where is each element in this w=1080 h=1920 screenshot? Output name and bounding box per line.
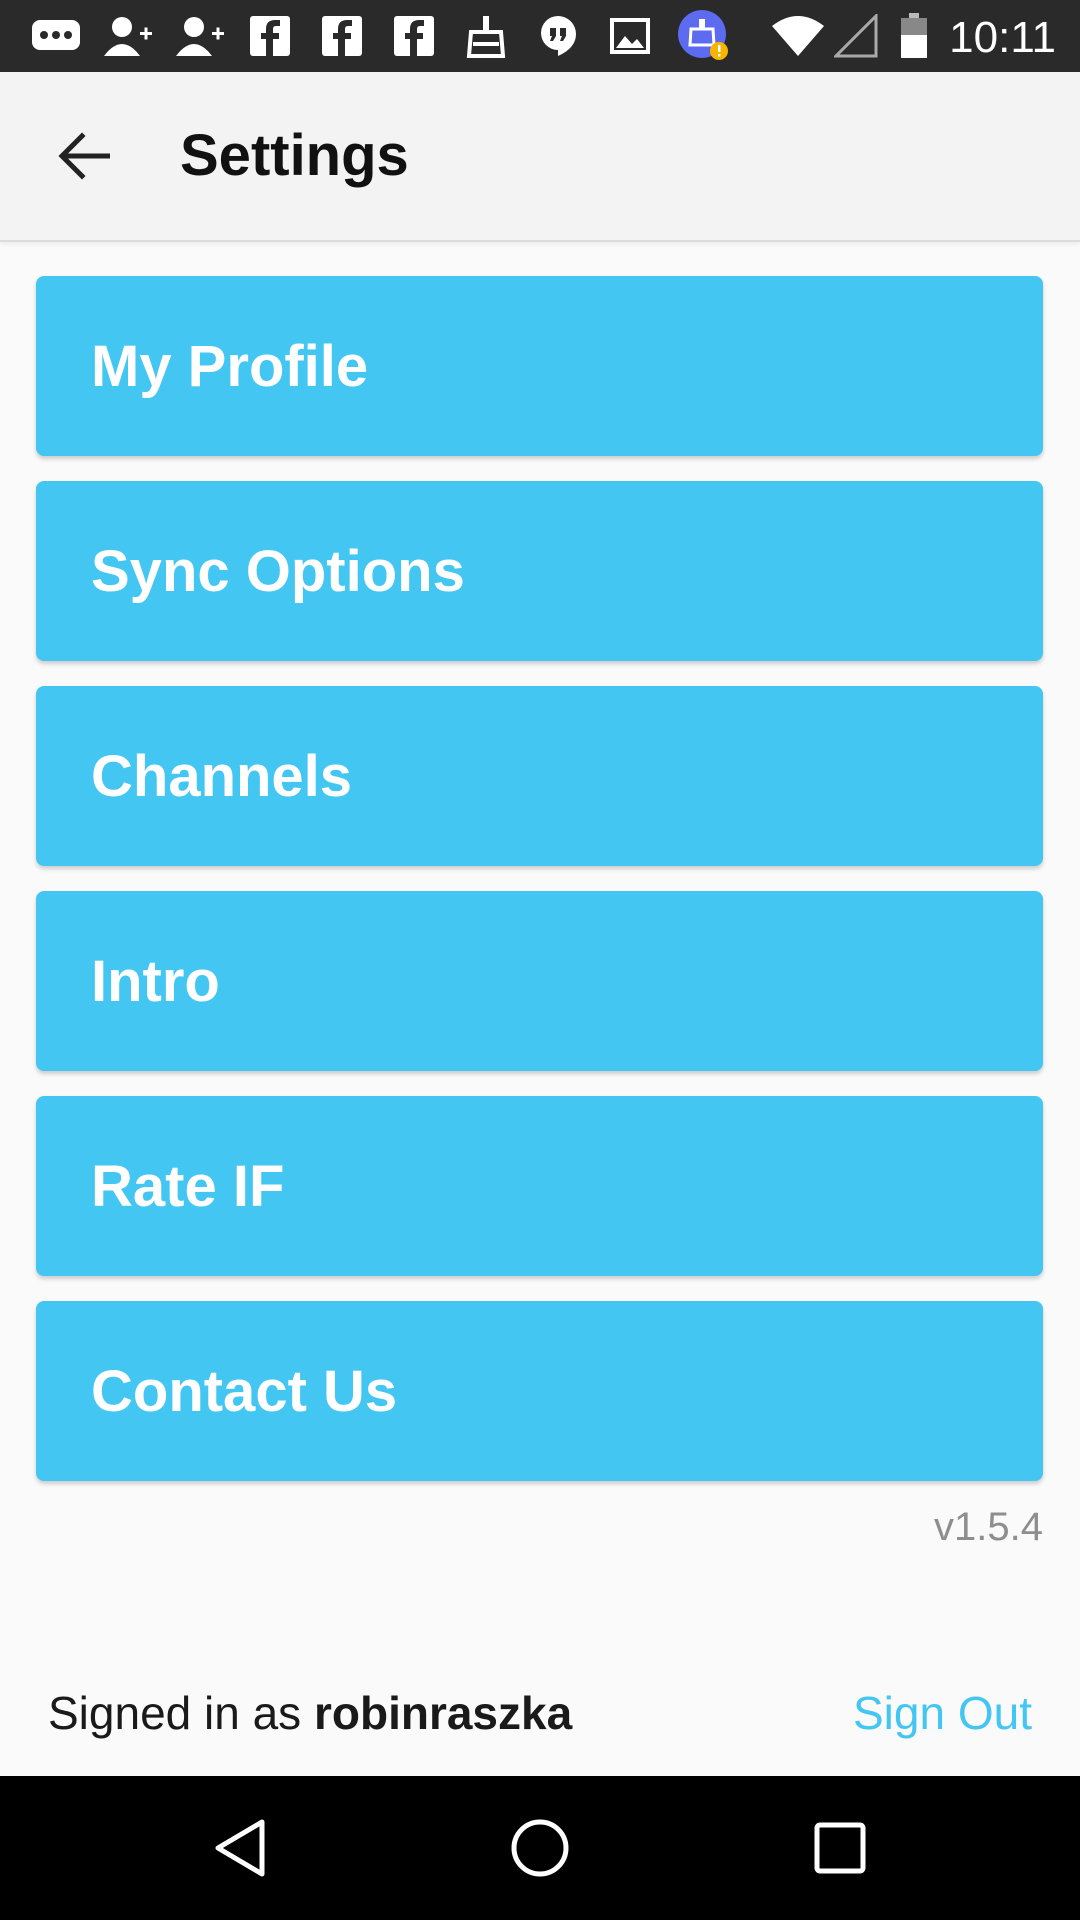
nav-recents-button[interactable]: [790, 1798, 890, 1898]
menu-item-label: Rate IF: [91, 1153, 285, 1219]
my-profile-button[interactable]: My Profile: [36, 276, 1043, 456]
menu-item-label: Intro: [91, 948, 220, 1014]
rate-if-button[interactable]: Rate IF: [36, 1096, 1043, 1276]
version-label: v1.5.4: [934, 1505, 1043, 1549]
arrow-back-icon: [58, 132, 110, 180]
status-bar: 10:11: [0, 0, 1080, 72]
signed-in-prefix: Signed in as: [48, 1687, 314, 1739]
recents-square-icon: [814, 1822, 866, 1874]
system-nav-bar: [0, 1776, 1080, 1920]
add-contact-icon: [100, 14, 156, 58]
sign-out-button[interactable]: Sign Out: [853, 1650, 1032, 1776]
wifi-icon: [770, 14, 826, 58]
facebook-icon: [246, 14, 294, 58]
app-bar: Settings: [0, 72, 1080, 242]
image-icon: [606, 14, 654, 58]
signed-in-text: Signed in as robinraszka: [48, 1650, 572, 1776]
facebook-icon: [390, 14, 438, 58]
menu-item-label: Contact Us: [91, 1358, 398, 1424]
battery-icon: [896, 13, 932, 58]
back-triangle-icon: [215, 1819, 265, 1877]
username: robinraszka: [313, 1687, 573, 1739]
home-circle-icon: [511, 1819, 569, 1877]
message-icon: [28, 14, 84, 58]
menu-item-label: Channels: [91, 743, 353, 809]
facebook-icon: [318, 14, 366, 58]
nav-home-button[interactable]: [490, 1798, 590, 1898]
nav-back-button[interactable]: [190, 1798, 290, 1898]
sync-options-button[interactable]: Sync Options: [36, 481, 1043, 661]
channels-button[interactable]: Channels: [36, 686, 1043, 866]
contact-us-button[interactable]: Contact Us: [36, 1301, 1043, 1481]
settings-menu: My Profile Sync Options Channels Intro R…: [36, 276, 1043, 1506]
app-notification-icon: [676, 10, 732, 60]
back-button[interactable]: [40, 112, 128, 200]
menu-item-label: Sync Options: [91, 538, 465, 604]
menu-item-label: My Profile: [91, 333, 369, 399]
status-time: 10:11: [949, 13, 1056, 62]
intro-button[interactable]: Intro: [36, 891, 1043, 1071]
cleaner-icon: [462, 14, 510, 58]
hangouts-icon: [534, 14, 582, 58]
signal-icon: [832, 14, 880, 58]
page-title: Settings: [180, 123, 409, 188]
add-contact-icon: [172, 14, 228, 58]
account-footer: Signed in as robinraszka Sign Out: [0, 1650, 1080, 1776]
